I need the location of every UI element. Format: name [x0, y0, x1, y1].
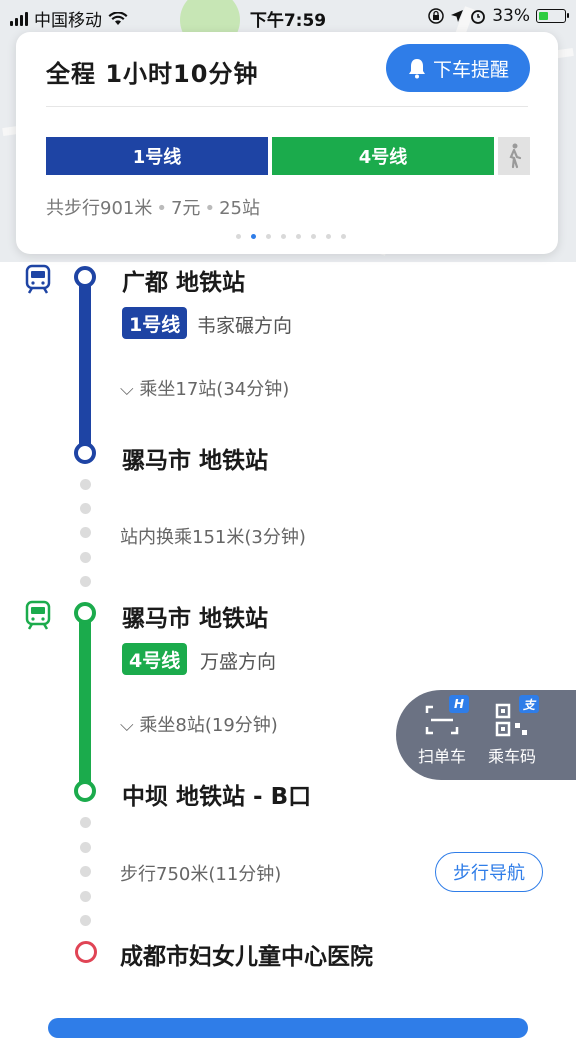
- walk-info: 步行750米(11分钟): [120, 864, 282, 885]
- divider: [46, 106, 528, 107]
- qr-code-icon: 支: [495, 695, 540, 737]
- line-4-track: [79, 613, 91, 793]
- bell-icon: [408, 59, 425, 79]
- transfer-info: 站内换乘151米(3分钟): [120, 527, 306, 548]
- scan-icon: H: [425, 695, 469, 737]
- destination-node: [75, 941, 97, 963]
- bike-badge: H: [449, 695, 469, 713]
- total-duration: 全程 1小时10分钟: [46, 60, 259, 88]
- walk-total: 共步行901米: [46, 198, 153, 219]
- segment-line-1: 1号线: [46, 137, 268, 175]
- status-bar: 中国移动 下午7:59 33%: [0, 0, 576, 32]
- station-name[interactable]: 骡马市 地铁站: [122, 441, 268, 475]
- quick-actions-panel: H 扫单车 支 乘车码: [396, 690, 576, 780]
- line-1-ride-label: 乘坐17站(34分钟): [139, 379, 290, 400]
- alight-alert-button[interactable]: 下车提醒: [386, 44, 530, 92]
- route-timeline: 广都 地铁站 1号线 韦家碾方向 ⌵ 乘坐17站(34分钟) 骡马市 地铁站 站…: [0, 255, 576, 1024]
- station-name[interactable]: 广都 地铁站: [122, 263, 245, 297]
- battery-percent: 33%: [492, 6, 530, 26]
- route-meta: 共步行901米 • 7元 • 25站: [46, 198, 260, 219]
- metro-icon: [25, 264, 51, 294]
- line-1-tag: 1号线: [122, 307, 188, 339]
- station-node: [74, 780, 96, 802]
- alarm-icon: [471, 10, 486, 24]
- scan-bike-button[interactable]: H 扫单车: [418, 695, 469, 767]
- chevron-down-icon: ⌵: [120, 715, 134, 736]
- stop-count: 25站: [219, 198, 260, 219]
- station-node: [74, 266, 96, 288]
- alipay-badge: 支: [519, 695, 540, 713]
- metro-icon: [25, 600, 51, 630]
- station-name[interactable]: 中坝 地铁站 - B口: [122, 777, 311, 811]
- line-4-direction: 万盛方向: [200, 651, 277, 673]
- walk-navigation-button[interactable]: 步行导航: [435, 852, 543, 892]
- segment-line-4: 4号线: [272, 137, 494, 175]
- segment-walk: [498, 137, 530, 175]
- line-1-track: [79, 275, 91, 455]
- walk-icon: [509, 143, 522, 169]
- station-node: [74, 442, 96, 464]
- fare: 7元: [170, 198, 201, 219]
- battery-icon: [536, 9, 569, 23]
- location-arrow-icon: [451, 10, 464, 22]
- lock-rotation-icon: [428, 8, 444, 24]
- line-1-ride-toggle[interactable]: ⌵ 乘坐17站(34分钟): [120, 375, 289, 401]
- station-node: [74, 602, 96, 624]
- bottom-action-bar[interactable]: [48, 1018, 528, 1038]
- line-4-tag: 4号线: [122, 643, 188, 675]
- station-name[interactable]: 骡马市 地铁站: [122, 599, 268, 633]
- alight-alert-label: 下车提醒: [432, 58, 509, 81]
- ride-code-button[interactable]: 支 乘车码: [488, 695, 540, 767]
- line-4-ride-toggle[interactable]: ⌵ 乘坐8站(19分钟): [120, 711, 278, 737]
- route-summary-card[interactable]: 全程 1小时10分钟 下车提醒 1号线 4号线 共步行901米 • 7元 • 25站: [16, 32, 558, 254]
- page-indicator: [236, 234, 346, 239]
- chevron-down-icon: ⌵: [120, 379, 134, 400]
- ride-code-label: 乘车码: [488, 747, 537, 766]
- scan-bike-label: 扫单车: [418, 747, 467, 766]
- route-segment-bar: 1号线 4号线: [46, 137, 530, 175]
- line-1-direction: 韦家碾方向: [197, 315, 293, 337]
- destination-name[interactable]: 成都市妇女儿童中心医院: [120, 937, 373, 971]
- line-4-ride-label: 乘坐8站(19分钟): [139, 715, 278, 736]
